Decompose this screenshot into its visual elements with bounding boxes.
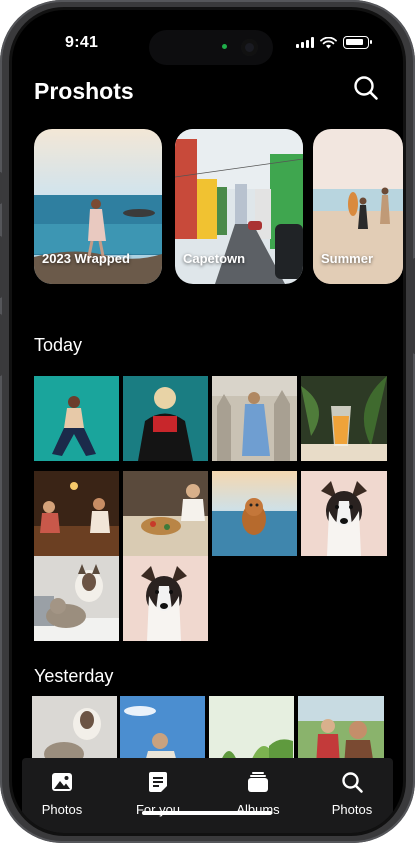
photo-thumbnail[interactable] xyxy=(120,696,205,766)
screen: 9:41 Proshots 2023 Wrapped Capetown Summ… xyxy=(12,10,403,833)
dynamic-island xyxy=(149,30,273,65)
page-title: Proshots xyxy=(34,78,134,104)
volume-down-button xyxy=(0,314,2,376)
phone-frame: 9:41 Proshots 2023 Wrapped Capetown Summ… xyxy=(0,0,415,843)
tab-albums[interactable]: Albums xyxy=(218,758,298,828)
tab-search[interactable]: Photos xyxy=(312,758,392,828)
tab-label: Photos xyxy=(41,802,83,817)
memory-label: Capetown xyxy=(183,251,246,266)
photo-icon xyxy=(52,773,72,791)
photo-thumbnail[interactable] xyxy=(32,696,117,766)
camera-icon xyxy=(241,39,258,56)
privacy-indicator xyxy=(222,44,227,49)
volume-up-button xyxy=(0,236,2,298)
photo-thumbnail[interactable] xyxy=(123,556,208,641)
search-icon xyxy=(342,772,363,793)
home-indicator[interactable] xyxy=(142,811,272,815)
photo-thumbnail[interactable] xyxy=(123,471,208,556)
memories-carousel[interactable]: 2023 Wrapped Capetown Summer xyxy=(34,129,403,285)
photo-thumbnail[interactable] xyxy=(34,471,119,556)
photo-thumbnail[interactable] xyxy=(209,696,294,766)
photo-thumbnail[interactable] xyxy=(301,471,387,556)
memory-card[interactable]: 2023 Wrapped xyxy=(34,129,162,284)
photo-thumbnail[interactable] xyxy=(298,696,384,766)
albums-icon xyxy=(248,772,268,792)
section-title-yesterday: Yesterday xyxy=(34,666,114,686)
photo-thumbnail[interactable] xyxy=(123,376,208,461)
status-bar: 9:41 xyxy=(12,10,403,70)
tab-bar: Photos For you Albums Photos xyxy=(22,758,393,833)
section-title-today: Today xyxy=(34,335,83,355)
memory-label: Summer xyxy=(321,251,374,266)
status-time: 9:41 xyxy=(65,34,99,51)
memory-card[interactable]: Capetown xyxy=(175,129,303,284)
photo-thumbnail[interactable] xyxy=(212,376,297,461)
tab-for-you[interactable]: For you xyxy=(118,758,198,828)
wifi-icon xyxy=(320,36,337,48)
photo-thumbnail[interactable] xyxy=(34,556,119,641)
memory-label: 2023 Wrapped xyxy=(42,251,130,266)
search-icon[interactable] xyxy=(352,74,380,102)
tab-label: Photos xyxy=(331,802,373,817)
action-button xyxy=(0,172,2,204)
cellular-signal-icon xyxy=(296,37,314,48)
photo-thumbnail[interactable] xyxy=(212,471,297,556)
memory-card[interactable]: Summer xyxy=(313,129,403,284)
photo-thumbnail[interactable] xyxy=(301,376,387,461)
tab-photos[interactable]: Photos xyxy=(22,758,102,828)
status-icons xyxy=(296,36,372,49)
battery-icon xyxy=(343,36,372,49)
document-icon xyxy=(149,772,167,792)
photo-thumbnail[interactable] xyxy=(34,376,119,461)
